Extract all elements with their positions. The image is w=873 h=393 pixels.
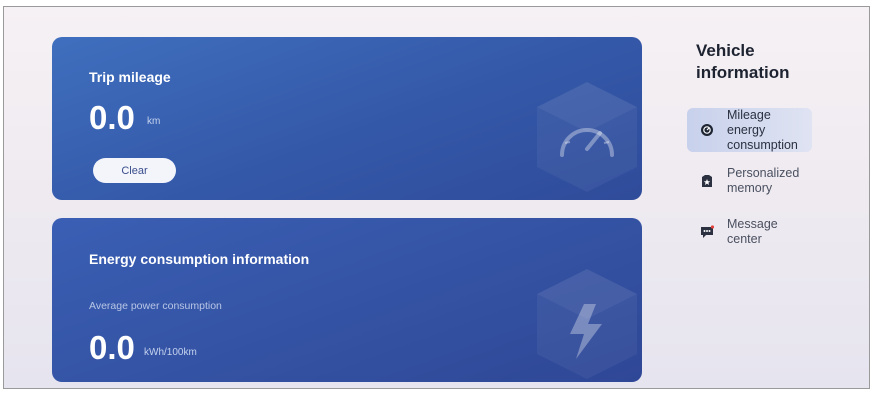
message-icon xyxy=(700,225,714,239)
nav-item-message-center[interactable]: Message center xyxy=(687,210,812,254)
average-power-label: Average power consumption xyxy=(89,300,222,312)
trip-mileage-card: Trip mileage 0.0 km Clear xyxy=(52,37,642,200)
clear-button[interactable]: Clear xyxy=(93,158,176,183)
speedometer-decoration-icon xyxy=(537,82,637,192)
app-screen: Trip mileage 0.0 km Clear Energy consump… xyxy=(3,6,870,389)
lightning-decoration-icon xyxy=(537,269,637,379)
energy-consumption-unit: kWh/100km xyxy=(144,347,197,358)
memory-icon xyxy=(700,174,714,188)
trip-mileage-unit: km xyxy=(147,116,161,127)
trip-mileage-value: 0.0 xyxy=(89,99,135,136)
energy-consumption-card: Energy consumption information Average p… xyxy=(52,218,642,382)
trip-mileage-title: Trip mileage xyxy=(89,69,171,85)
energy-consumption-value: 0.0 xyxy=(89,329,135,366)
nav-item-mileage-energy[interactable]: Mileage energy consumption xyxy=(687,108,812,152)
sidebar-title: Vehicle information xyxy=(696,41,790,82)
energy-consumption-title: Energy consumption information xyxy=(89,251,310,267)
nav-item-personalized-memory[interactable]: Personalized memory xyxy=(687,159,812,203)
nav-label-personalized-memory: Personalized memory xyxy=(727,166,800,195)
nav-label-mileage-energy: Mileage energy consumption xyxy=(727,107,798,152)
speedometer-icon xyxy=(700,123,714,137)
nav-label-message-center: Message center xyxy=(727,217,778,246)
